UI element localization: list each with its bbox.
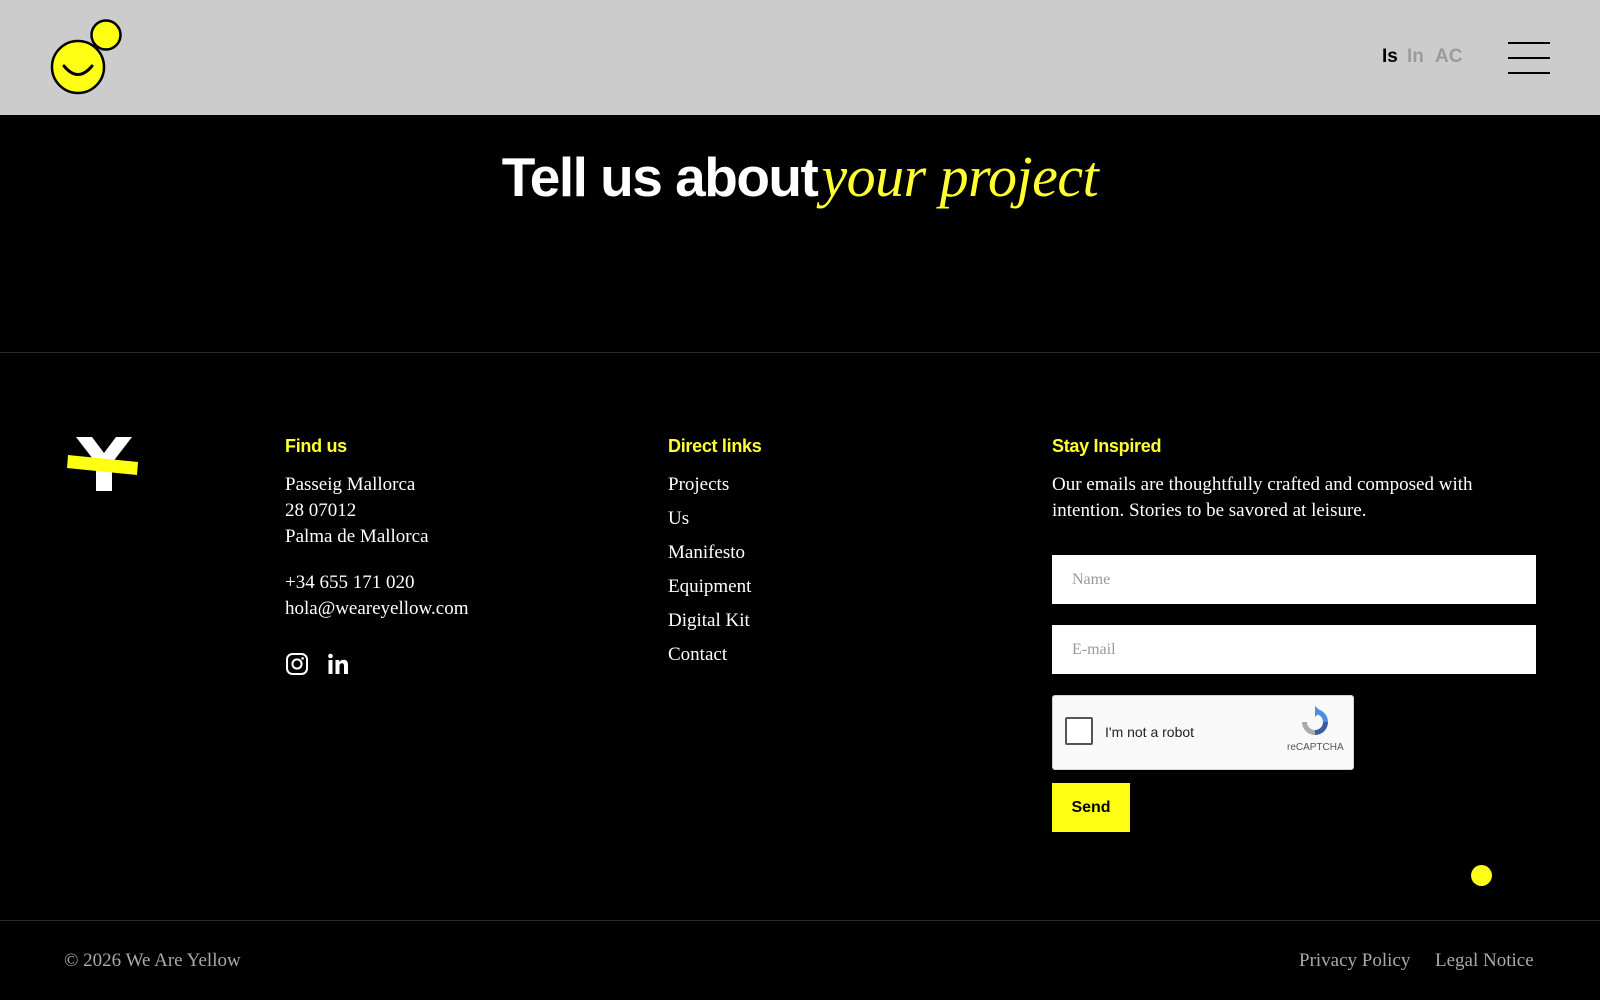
- direct-links-heading: Direct links: [668, 436, 762, 456]
- send-button[interactable]: Send: [1052, 783, 1130, 832]
- page-title-italic: your project: [821, 144, 1099, 209]
- email-input[interactable]: [1052, 625, 1536, 674]
- footer-link-projects[interactable]: Projects: [668, 472, 729, 498]
- language-ac[interactable]: AC: [1435, 46, 1462, 68]
- footer-link-us[interactable]: Us: [668, 506, 689, 532]
- recaptcha-icon: [1302, 706, 1328, 735]
- copyright-text: © 2026 We Are Yellow: [64, 950, 241, 971]
- section-divider: [0, 352, 1600, 353]
- address-line: 28 07012: [285, 500, 357, 521]
- legal-notice-link[interactable]: Legal Notice: [1435, 950, 1534, 972]
- find-us-heading: Find us: [285, 436, 347, 456]
- recaptcha-brand: reCAPTCHA: [1287, 742, 1344, 753]
- smiley-logo-icon[interactable]: [50, 19, 126, 95]
- footer-link-contact[interactable]: Contact: [668, 642, 727, 668]
- yellow-y-logo-icon: [67, 437, 138, 491]
- hamburger-menu-icon[interactable]: [1508, 40, 1550, 76]
- recaptcha-label: I'm not a robot: [1105, 724, 1195, 740]
- footer-divider: [0, 920, 1600, 921]
- footer-link-manifesto[interactable]: Manifesto: [668, 540, 745, 566]
- linkedin-icon[interactable]: [326, 652, 350, 676]
- name-input[interactable]: [1052, 555, 1536, 604]
- email-link[interactable]: hola@weareyellow.com: [285, 596, 469, 622]
- address-line: Palma de Mallorca: [285, 526, 429, 547]
- recaptcha-checkbox[interactable]: [1065, 717, 1093, 745]
- address-line: Passeig Mallorca: [285, 474, 416, 495]
- newsletter-description: intention. Stories to be savored at leis…: [1052, 500, 1367, 521]
- privacy-policy-link[interactable]: Privacy Policy: [1299, 950, 1410, 972]
- yellow-cursor-dot: [1471, 865, 1492, 886]
- language-is[interactable]: Is: [1382, 46, 1398, 68]
- newsletter-description: Our emails are thoughtfully crafted and …: [1052, 474, 1473, 495]
- language-in[interactable]: In: [1407, 46, 1424, 68]
- site-header: Is In AC: [0, 0, 1600, 115]
- phone-link[interactable]: +34 655 171 020: [285, 570, 414, 596]
- page-title: Tell us about your project: [0, 144, 1600, 225]
- instagram-icon[interactable]: [285, 652, 309, 676]
- page-title-plain: Tell us about: [501, 146, 819, 208]
- stay-inspired-heading: Stay Inspired: [1052, 436, 1162, 456]
- footer-link-digital-kit[interactable]: Digital Kit: [668, 608, 750, 634]
- recaptcha-widget: I'm not a robot reCAPTCHA: [1052, 695, 1354, 770]
- footer-link-equipment[interactable]: Equipment: [668, 574, 751, 600]
